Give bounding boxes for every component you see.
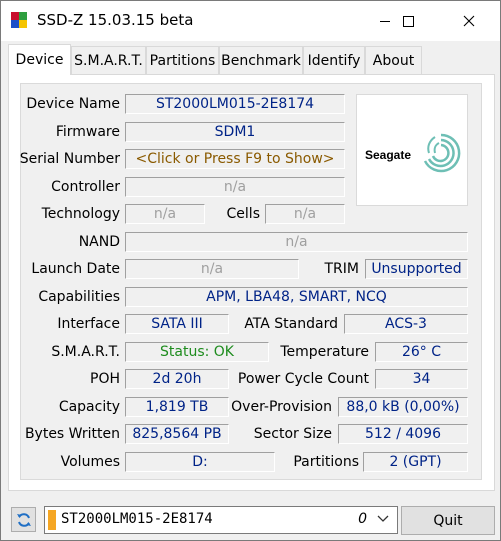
capabilities-value: APM, LBA48, SMART, NCQ (125, 287, 468, 307)
drive-index: 0 (358, 511, 367, 527)
ata-standard-label: ATA Standard (244, 316, 338, 332)
seagate-wordmark: Seagate (365, 148, 412, 162)
power-cycle-count-label: Power Cycle Count (237, 371, 369, 387)
power-cycle-count-value: 34 (375, 369, 468, 389)
cells-label: Cells (226, 206, 260, 222)
temperature-value: 26° C (375, 342, 468, 362)
tab-about[interactable]: About (365, 46, 422, 74)
drive-select-value: ST2000LM015-2E8174 (61, 511, 213, 527)
tab-partitions[interactable]: Partitions (146, 46, 219, 74)
capabilities-label: Capabilities (38, 289, 120, 305)
app-window: SSD-Z 15.03.15 beta Device S.M.A.R.T. Pa… (0, 0, 501, 541)
close-icon (463, 15, 475, 27)
bytes-written-value: 825,8564 PB (125, 424, 229, 444)
chevron-down-icon (377, 515, 389, 522)
maximize-icon (403, 16, 414, 27)
technology-label: Technology (41, 206, 120, 222)
tab-identify[interactable]: Identify (303, 46, 365, 74)
partitions-value: 2 (GPT) (363, 452, 468, 472)
tab-device[interactable]: Device (8, 44, 71, 75)
bytes-written-label: Bytes Written (24, 426, 120, 442)
window-title: SSD-Z 15.03.15 beta (37, 11, 194, 29)
sector-size-label: Sector Size (253, 426, 332, 442)
ata-standard-value: ACS-3 (344, 314, 468, 334)
close-button[interactable] (446, 1, 492, 41)
volumes-label: Volumes (60, 454, 120, 470)
interface-label: Interface (57, 316, 120, 332)
drive-select-dropdown[interactable]: ST2000LM015-2E8174 0 (44, 506, 398, 534)
sector-size-value: 512 / 4096 (338, 424, 468, 444)
drive-color-indicator (48, 510, 56, 530)
temperature-label: Temperature (280, 344, 369, 360)
app-icon (11, 12, 27, 28)
seagate-logo-icon (423, 133, 461, 173)
smart-label: S.M.A.R.T. (51, 344, 120, 360)
capacity-label: Capacity (58, 399, 120, 415)
firmware-label: Firmware (55, 124, 120, 140)
controller-value: n/a (125, 177, 345, 197)
poh-value: 2d 20h (125, 369, 229, 389)
over-provision-value: 88,0 kB (0,00%) (338, 397, 468, 417)
brand-logo: Seagate (356, 94, 468, 206)
cells-value: n/a (265, 204, 345, 224)
serial-number-label: Serial Number (19, 151, 120, 167)
tab-benchmark[interactable]: Benchmark (219, 46, 303, 74)
maximize-button[interactable] (385, 1, 431, 41)
over-provision-label: Over-Provision (231, 399, 332, 415)
smart-status-value: Status: OK (125, 342, 269, 362)
quit-button[interactable]: Quit (401, 506, 495, 535)
technology-value: n/a (125, 204, 205, 224)
launch-date-value: n/a (125, 259, 299, 279)
title-bar[interactable]: SSD-Z 15.03.15 beta (1, 1, 500, 41)
device-name-label: Device Name (26, 96, 120, 112)
firmware-value: SDM1 (125, 122, 345, 142)
refresh-icon (16, 512, 31, 527)
tab-smart[interactable]: S.M.A.R.T. (71, 46, 146, 74)
capacity-value: 1,819 TB (125, 397, 229, 417)
controller-label: Controller (51, 179, 120, 195)
refresh-button[interactable] (11, 507, 36, 532)
nand-label: NAND (78, 234, 120, 250)
device-name-value: ST2000LM015-2E8174 (125, 94, 345, 114)
trim-label: TRIM (324, 261, 360, 277)
serial-number-value[interactable]: <Click or Press F9 to Show> (125, 149, 345, 169)
interface-value: SATA III (125, 314, 229, 334)
poh-label: POH (90, 371, 120, 387)
partitions-label: Partitions (293, 454, 359, 470)
trim-value: Unsupported (365, 259, 468, 279)
nand-value: n/a (125, 232, 468, 252)
volumes-value: D: (125, 452, 275, 472)
launch-date-label: Launch Date (31, 261, 120, 277)
